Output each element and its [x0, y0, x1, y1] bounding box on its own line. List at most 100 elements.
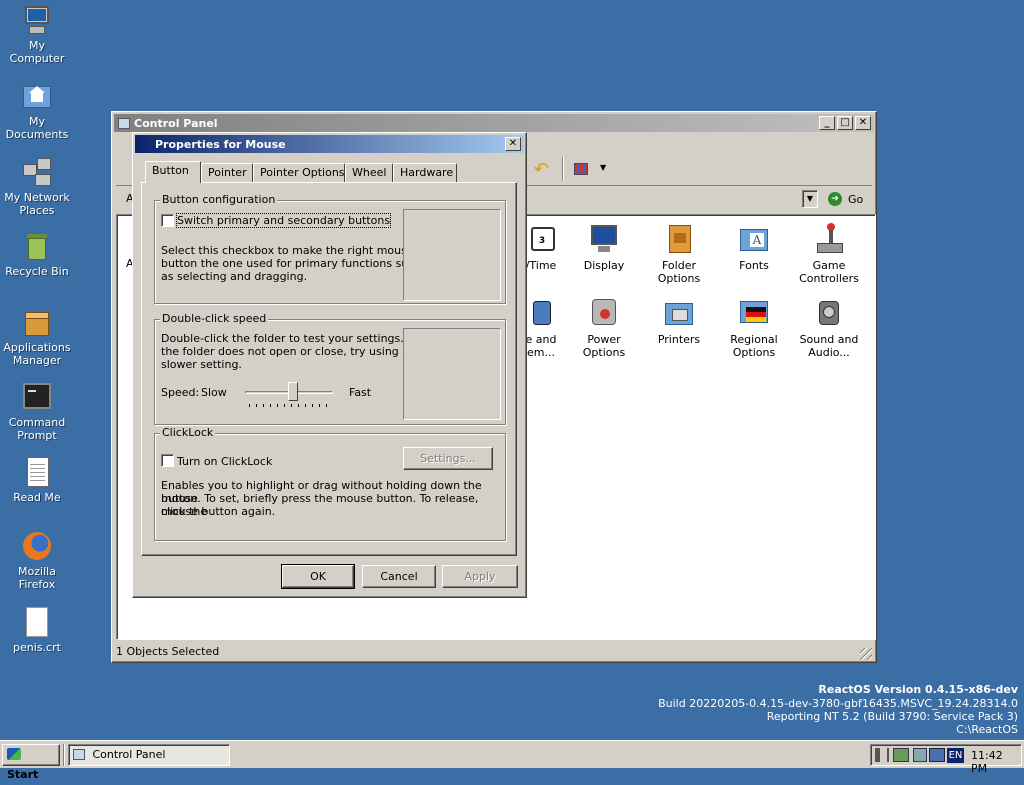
taskbar-button-label: Control Panel — [92, 748, 166, 761]
tab-pointer-options[interactable]: Pointer Options — [253, 163, 345, 182]
status-text: 1 Objects Selected — [116, 645, 220, 658]
desktop-icon-recycle-bin[interactable]: Recycle Bin — [2, 230, 72, 278]
group-label: Double-click speed — [160, 312, 269, 325]
back-icon[interactable]: ↶ — [534, 159, 549, 180]
safely-remove-icon[interactable] — [913, 748, 927, 762]
double-click-speed-group: Double-click speed Double-click the fold… — [154, 312, 506, 425]
cp-item-printers[interactable]: Printers — [641, 297, 717, 346]
button-configuration-group: Button configuration Switch primary and … — [154, 193, 506, 304]
desktop-icon-penis-crt[interactable]: penis.crt — [2, 606, 72, 654]
desktop-icon-label: Places — [19, 204, 55, 217]
certificate-file-icon — [21, 606, 53, 638]
speaker-icon — [813, 297, 845, 329]
views-icon[interactable] — [574, 163, 588, 175]
apply-button[interactable]: Apply — [442, 565, 518, 588]
cp-item-folder-options[interactable]: Folder Options — [641, 223, 717, 285]
cp-item-regional-options[interactable]: Regional Options — [716, 297, 792, 359]
start-button[interactable]: Start — [2, 744, 60, 781]
switch-buttons-label[interactable]: Switch primary and secondary buttons — [175, 213, 392, 228]
cp-item-game-controllers[interactable]: Game Controllers — [791, 223, 867, 285]
clicklock-description: mouse button again. — [161, 505, 276, 518]
chevron-down-icon[interactable]: ▼ — [600, 163, 606, 172]
printer-icon — [663, 297, 695, 329]
control-panel-icon — [73, 749, 85, 760]
clock[interactable]: 11:42 PM — [971, 749, 1021, 775]
resize-grip[interactable] — [860, 648, 872, 660]
desktop-icon-my-network-places[interactable]: My Network Places — [2, 156, 72, 217]
reporting-line: Reporting NT 5.2 (Build 3790: Service Pa… — [766, 710, 1018, 723]
desktop-icon-my-computer[interactable]: My Computer — [2, 4, 72, 65]
tab-button[interactable]: Button — [145, 161, 201, 183]
desktop-icon-label: Manager — [12, 354, 62, 367]
desktop-icon-label: My — [28, 39, 45, 52]
taskbar-button-control-panel[interactable]: Control Panel — [68, 744, 230, 766]
cp-item-label: Regional — [730, 333, 778, 346]
taskbar: Start Control Panel EN 11:42 PM — [0, 740, 1024, 781]
close-button[interactable]: ✕ — [505, 137, 521, 151]
terminal-icon — [21, 381, 53, 413]
settings-button[interactable]: Settings... — [403, 447, 493, 470]
cancel-button[interactable]: Cancel — [362, 565, 436, 588]
slider-ticks — [249, 404, 331, 407]
cp-item-label: Options — [582, 346, 626, 359]
desktop-icon-label: Computer — [9, 52, 65, 65]
network-tray-icon[interactable] — [893, 748, 909, 762]
cp-item-label: Options — [657, 272, 701, 285]
desktop-icon-command-prompt[interactable]: Command Prompt — [2, 381, 72, 442]
speed-slider[interactable] — [245, 382, 333, 408]
switch-buttons-checkbox[interactable] — [161, 214, 174, 227]
cp-item-power-options[interactable]: Power Options — [566, 297, 642, 359]
mouse-properties-dialog: Properties for Mouse ✕ Button Pointer Po… — [132, 132, 527, 598]
cp-item-label: e and — [525, 333, 557, 346]
slider-thumb[interactable] — [288, 382, 298, 401]
folder-options-icon — [663, 223, 695, 255]
build-line: Build 20220205-0.4.15-dev-3780-gbf16435.… — [658, 697, 1018, 710]
phone-icon — [525, 297, 557, 329]
window-title: Control Panel — [134, 116, 218, 130]
address-dropdown-arrow[interactable]: ▼ — [802, 190, 818, 208]
desktop-icon-label: Command — [8, 416, 66, 429]
clicklock-checkbox[interactable] — [161, 454, 174, 467]
cp-item-fonts[interactable]: A Fonts — [716, 223, 792, 272]
ok-button[interactable]: OK — [281, 564, 355, 589]
cp-item-label: Power — [587, 333, 621, 346]
folder-home-icon — [21, 80, 53, 112]
desktop-icon-read-me[interactable]: Read Me — [2, 456, 72, 504]
desktop-icon-mozilla-firefox[interactable]: Mozilla Firefox — [2, 530, 72, 591]
control-panel-titlebar[interactable]: Control Panel _ □ ✕ — [114, 114, 874, 132]
desktop-icon-applications-manager[interactable]: Applications Manager — [2, 306, 72, 367]
display-icon — [588, 223, 620, 255]
clicklock-label[interactable]: Turn on ClickLock — [177, 455, 272, 468]
maximize-button[interactable]: □ — [837, 116, 853, 130]
fast-label: Fast — [349, 386, 372, 399]
speed-label: Speed: — [161, 386, 200, 399]
group-label: Button configuration — [160, 193, 278, 206]
tab-pointer[interactable]: Pointer — [201, 163, 253, 182]
cp-item-sound-audio[interactable]: Sound and Audio... — [791, 297, 867, 359]
text-file-icon — [21, 456, 53, 488]
tab-page: Button configuration Switch primary and … — [141, 182, 517, 556]
control-panel-icon — [118, 117, 130, 129]
clicklock-group: ClickLock Turn on ClickLock Settings... … — [154, 426, 506, 541]
desktop-icon-label: Documents — [5, 128, 69, 141]
dialog-titlebar[interactable]: Properties for Mouse ✕ — [135, 135, 524, 153]
close-button[interactable]: ✕ — [855, 116, 871, 130]
dialog-title: Properties for Mouse — [155, 137, 286, 151]
folder-test-preview[interactable] — [403, 328, 501, 420]
language-indicator[interactable]: EN — [947, 748, 964, 763]
minimize-button[interactable]: _ — [819, 116, 835, 130]
tab-hardware[interactable]: Hardware — [393, 163, 457, 182]
cp-item-label: Audio... — [808, 346, 850, 359]
volume-icon[interactable] — [875, 748, 889, 762]
display-tray-icon[interactable] — [929, 748, 945, 762]
system-tray: EN 11:42 PM — [870, 744, 1022, 775]
cp-item-label: Fonts — [739, 259, 769, 272]
go-button[interactable]: Go — [848, 193, 863, 206]
go-icon[interactable]: ➜ — [828, 192, 842, 206]
cp-item-display[interactable]: Display — [566, 223, 642, 272]
cp-item-label: Sound and — [799, 333, 859, 346]
desktop-icon-my-documents[interactable]: My Documents — [2, 80, 72, 141]
tab-wheel[interactable]: Wheel — [345, 163, 393, 182]
button-config-description: button the one used for primary function… — [161, 257, 422, 270]
package-icon — [21, 306, 53, 338]
